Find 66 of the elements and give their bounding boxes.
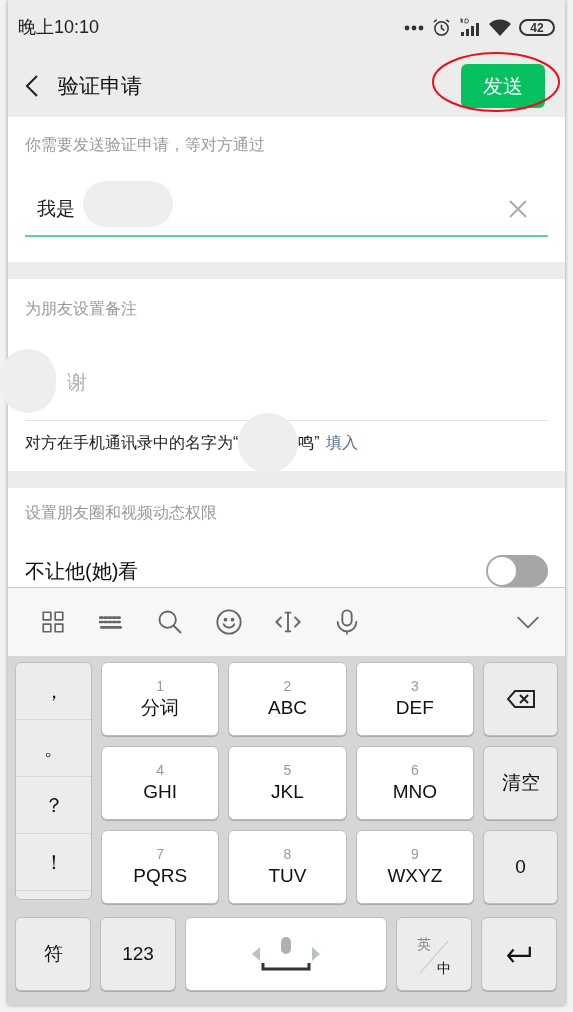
key-letters: MNO [392,780,437,804]
toggle-switch[interactable] [486,555,548,587]
key[interactable]: 1 分词 [101,662,220,736]
key-digit: 6 [410,761,419,779]
alarm-icon [432,18,451,37]
greeting-field[interactable]: 我是 [25,183,548,237]
back-icon[interactable] [26,75,38,97]
left-arrow-icon [251,947,261,961]
key-letters: PQRS [133,864,188,888]
wifi-icon [489,18,511,37]
key[interactable]: 5 JKL [228,746,347,820]
key-letters: GHI [143,780,178,804]
key[interactable]: 4 GHI [101,746,220,820]
key[interactable]: 符 [15,917,91,991]
punctuation-key[interactable]: ？ [16,777,91,834]
punctuation-key[interactable]: ！ [16,834,91,891]
signal-icon [459,17,481,38]
key-digit: 5 [283,761,292,779]
backspace-icon [505,689,536,709]
right-arrow-icon [311,947,321,961]
key-digit: 1 [156,677,165,695]
key-digit: 2 [283,677,292,695]
key-digit: 8 [283,845,292,863]
key-letters: WXYZ [387,864,443,888]
key-digit: 3 [410,677,419,695]
emoji-icon[interactable] [215,608,243,636]
contact-name-note: 鸣” [298,433,320,453]
key-letters: 分词 [141,696,180,720]
page-title: 验证申请 [58,73,142,100]
fill-in-link[interactable]: 填入 [325,431,358,455]
key-letters: JKL [271,780,304,804]
section-hint: 设置朋友圈和视频动态权限 [25,503,218,523]
key[interactable]: 123 [100,917,176,991]
key[interactable]: 清空 [483,746,558,820]
key-digit: 4 [156,761,165,779]
key[interactable]: 9 WXYZ [355,830,474,904]
key-letters: ABC [267,696,308,720]
grid-icon[interactable] [40,609,66,635]
key[interactable]: 2 ABC [228,662,347,736]
key-digit: 7 [156,845,165,863]
microphone-space-icon [261,937,311,971]
more-icon [404,24,424,31]
key-letters: TUV [268,864,307,888]
language-label: 英 [417,935,431,954]
key-digit: 9 [410,845,419,863]
status-time: 晚上10:10 [18,16,100,39]
key[interactable]: 3 DEF [355,662,474,736]
punctuation-key[interactable]: 。 [16,720,91,777]
setting-label: 不让他(她)看 [25,559,139,584]
enter-icon [505,945,533,963]
search-icon[interactable] [156,608,184,636]
field-value: 我是 [37,196,75,221]
section-hint: 为朋友设置备注 [25,299,138,319]
backspace-key[interactable] [483,662,558,736]
punctuation-key[interactable]: ， [16,663,91,720]
language-key[interactable]: 英 中 [396,917,472,991]
language-label: 中 [437,959,451,978]
battery-indicator: 42 [519,19,555,36]
key-letters: DEF [395,696,434,720]
key[interactable]: 7 PQRS [101,830,220,904]
clear-icon [508,199,528,219]
key[interactable]: 8 TUV [228,830,347,904]
key[interactable]: 0 [483,830,558,904]
contact-name-note: 对方在手机通讯录中的名字为“ [25,433,239,453]
key[interactable]: 6 MNO [355,746,474,820]
section-hint: 你需要发送验证申请，等对方通过 [25,135,266,155]
